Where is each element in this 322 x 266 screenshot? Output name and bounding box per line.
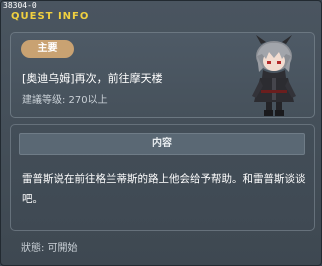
quest-name: [奥迪乌姆]再次，前往摩天楼	[22, 72, 163, 85]
window-title: QUEST INFO	[11, 11, 90, 22]
quest-status: 狀態: 可開始	[21, 243, 78, 254]
quest-summary-panel: 主要 [奥迪乌姆]再次，前往摩天楼 建議等级: 270以上	[10, 32, 315, 118]
character-portrait-icon	[252, 35, 296, 116]
content-title: 内容	[19, 133, 305, 155]
quest-id: 38304-0	[3, 1, 37, 10]
recommended-level: 建議等级: 270以上	[22, 95, 108, 106]
quest-content-panel: 内容 雷普斯说在前往格兰蒂斯的路上他会给予帮助。和雷普斯谈谈吧。	[10, 124, 315, 231]
quest-type-badge: 主要	[21, 40, 74, 58]
quest-description: 雷普斯说在前往格兰蒂斯的路上他会给予帮助。和雷普斯谈谈吧。	[22, 173, 306, 205]
quest-info-window: 38304-0 QUEST INFO 主要 [奥迪乌姆]再次，前往摩天楼 建議等…	[0, 0, 322, 266]
